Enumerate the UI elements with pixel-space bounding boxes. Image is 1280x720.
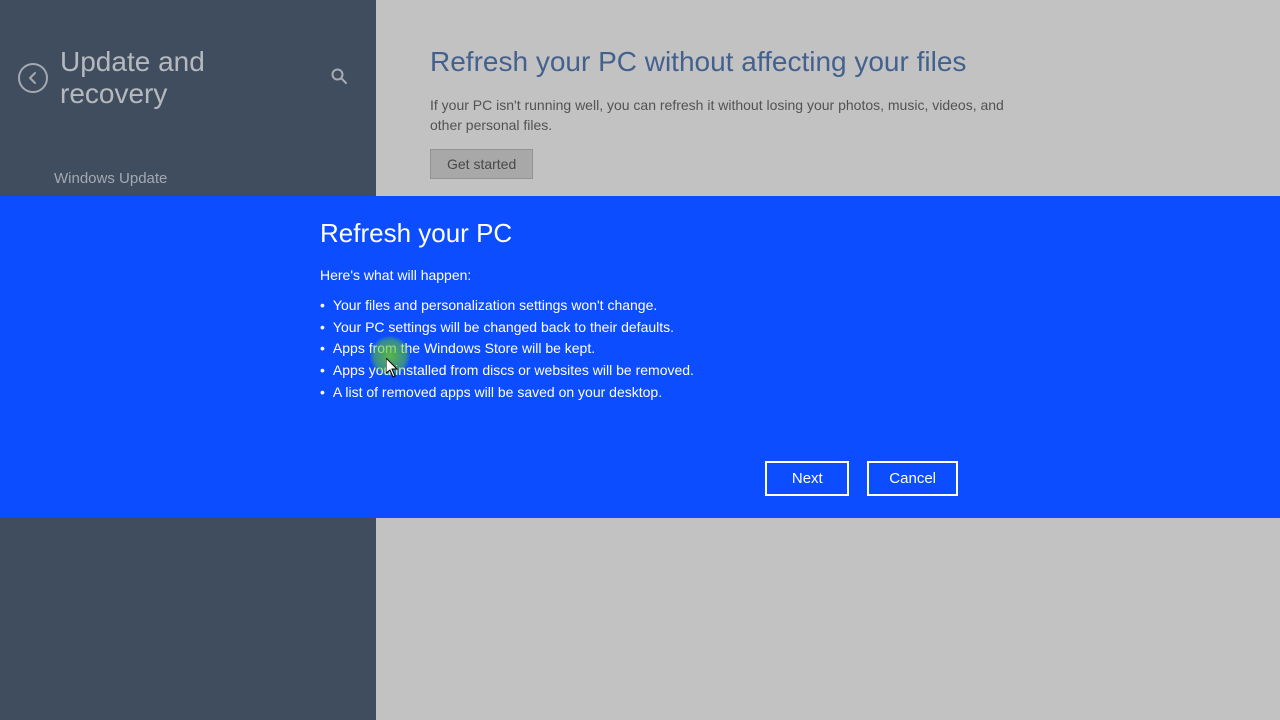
back-arrow-icon bbox=[26, 71, 40, 85]
main-title: Refresh your PC without affecting your f… bbox=[430, 46, 1226, 78]
dialog-bullet-list: Your files and personalization settings … bbox=[320, 295, 1280, 403]
dialog-subtitle: Here's what will happen: bbox=[320, 267, 1280, 283]
dialog-bullet: Your files and personalization settings … bbox=[320, 295, 1280, 317]
get-started-button[interactable]: Get started bbox=[430, 149, 533, 179]
dialog-title: Refresh your PC bbox=[320, 218, 1280, 249]
sidebar-item-label: Windows Update bbox=[54, 170, 167, 187]
sidebar-item-windows-update[interactable]: Windows Update bbox=[0, 156, 376, 201]
sidebar-title: Update and recovery bbox=[60, 46, 318, 110]
back-button[interactable] bbox=[18, 63, 48, 93]
refresh-dialog: Refresh your PC Here's what will happen:… bbox=[0, 196, 1280, 518]
get-started-label: Get started bbox=[447, 156, 516, 172]
next-button-label: Next bbox=[792, 470, 823, 487]
screen: Update and recovery Windows Update File … bbox=[0, 0, 1280, 720]
cancel-button-label: Cancel bbox=[889, 470, 936, 487]
dialog-bullet: Your PC settings will be changed back to… bbox=[320, 317, 1280, 339]
sidebar-header: Update and recovery bbox=[0, 0, 376, 138]
main-description: If your PC isn't running well, you can r… bbox=[430, 96, 1030, 135]
cancel-button[interactable]: Cancel bbox=[867, 461, 958, 496]
dialog-bullet: A list of removed apps will be saved on … bbox=[320, 382, 1280, 404]
dialog-bullet: Apps from the Windows Store will be kept… bbox=[320, 338, 1280, 360]
dialog-buttons: Next Cancel bbox=[765, 461, 958, 496]
search-icon[interactable] bbox=[330, 67, 358, 90]
next-button[interactable]: Next bbox=[765, 461, 849, 496]
dialog-inner: Refresh your PC Here's what will happen:… bbox=[0, 196, 1280, 518]
dialog-bullet: Apps you installed from discs or website… bbox=[320, 360, 1280, 382]
